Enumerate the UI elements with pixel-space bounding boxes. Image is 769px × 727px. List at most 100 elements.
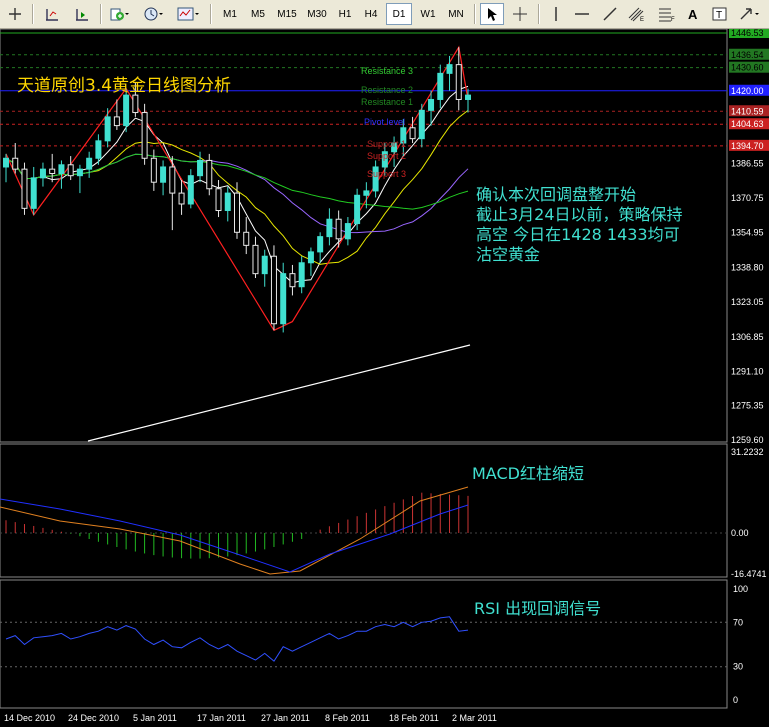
price-label-s2: 1404.63 xyxy=(731,119,764,129)
timeframe-h1[interactable]: H1 xyxy=(332,3,358,25)
templates-dropdown-button[interactable] xyxy=(174,3,204,25)
price-axis-label: 1323.05 xyxy=(731,297,764,307)
price-axis-label: 1275.35 xyxy=(731,401,764,411)
date-axis-label: 8 Feb 2011 xyxy=(325,713,370,723)
timeframe-m15[interactable]: M15 xyxy=(272,3,302,25)
text-label-button[interactable]: A xyxy=(682,3,704,25)
text-tool-button[interactable]: T xyxy=(708,3,732,25)
channel-icon: E xyxy=(628,7,644,22)
arrows-dropdown-button[interactable] xyxy=(736,3,766,25)
vertical-line-button[interactable] xyxy=(544,3,568,25)
candle-body xyxy=(465,94,471,100)
pivot-level-label: Pivot level xyxy=(364,117,405,127)
price-chart[interactable]: 1446.53 1436.54 1430.60 1420.00 1410.59 1404.… xyxy=(0,29,769,727)
timeframe-m5[interactable]: M5 xyxy=(244,3,272,25)
support-1-label: Support 1 xyxy=(367,139,406,149)
resistance-1-label: Resistance 1 xyxy=(361,97,413,107)
indicators-dropdown-button[interactable] xyxy=(106,3,134,25)
resistance-2-label: Resistance 2 xyxy=(361,85,413,95)
autoscroll-icon xyxy=(76,9,88,21)
date-axis-label: 24 Dec 2010 xyxy=(68,713,119,723)
strategy-line-2: 截止3月24日以前，策略保持 xyxy=(476,205,683,224)
date-axis-label: 17 Jan 2011 xyxy=(197,713,246,723)
candle-body xyxy=(326,218,333,238)
price-axis-label: 1291.10 xyxy=(731,366,764,376)
timeframe-w1[interactable]: W1 xyxy=(414,3,442,25)
price-label-r1: 1430.60 xyxy=(731,63,764,73)
horizontal-line-button[interactable] xyxy=(570,3,594,25)
date-axis-label: 27 Jan 2011 xyxy=(261,713,310,723)
candle-body xyxy=(446,64,453,74)
crosshair-line-button[interactable] xyxy=(508,3,532,25)
candle-body xyxy=(178,192,185,205)
rsi-axis-100: 100 xyxy=(733,584,748,594)
candle-body xyxy=(150,157,157,183)
candle-body xyxy=(113,116,120,127)
trendline-icon xyxy=(603,7,617,21)
macd-pane-frame xyxy=(0,443,728,578)
candle-body xyxy=(261,255,268,275)
price-label-s1: 1410.59 xyxy=(731,106,764,116)
timeframe-mn[interactable]: MN xyxy=(442,3,470,25)
candle-body xyxy=(3,157,9,168)
strategy-line-1: 确认本次回调盘整开始 xyxy=(476,185,636,204)
macd-annotation: MACD红柱缩短 xyxy=(472,464,584,483)
candle-body xyxy=(243,231,250,246)
candle-body xyxy=(418,109,425,140)
candle-body xyxy=(344,223,351,240)
date-axis-label: 14 Dec 2010 xyxy=(4,713,55,723)
chart-title-annotation: 天道原创3.4黄金日线图分析 xyxy=(17,76,231,96)
rsi-axis-0: 0 xyxy=(733,695,738,705)
channel-button[interactable]: E xyxy=(624,3,650,25)
chart-shift-icon xyxy=(46,9,58,21)
candle-body xyxy=(49,168,56,175)
candle-body xyxy=(252,244,259,275)
candle-body xyxy=(224,192,231,212)
candle-body xyxy=(30,177,37,209)
crosshair-icon-2 xyxy=(513,7,527,21)
price-axis-label: 1354.95 xyxy=(731,227,764,237)
candle-body xyxy=(39,168,46,179)
candle-body xyxy=(95,140,102,159)
timeframe-m30[interactable]: M30 xyxy=(302,3,332,25)
template-icon xyxy=(177,7,199,21)
candle-body xyxy=(67,164,74,177)
cursor-tool-button[interactable] xyxy=(480,3,504,25)
timeframe-m1[interactable]: M1 xyxy=(216,3,244,25)
resistance-3-label: Resistance 3 xyxy=(361,66,413,76)
trendline-button[interactable] xyxy=(598,3,622,25)
rsi-annotation: RSI 出现回调信号 xyxy=(474,599,601,618)
timeframe-h4[interactable]: H4 xyxy=(358,3,384,25)
date-axis-label: 2 Mar 2011 xyxy=(452,713,497,723)
candle-body xyxy=(280,273,287,325)
vertical-line-icon xyxy=(555,7,557,21)
candle-body xyxy=(58,164,65,175)
fibonacci-button[interactable]: F xyxy=(654,3,680,25)
candle-body xyxy=(428,98,435,111)
candle-body xyxy=(197,159,204,177)
price-label-r2: 1436.54 xyxy=(731,50,764,60)
crosshair-tool-button[interactable] xyxy=(4,3,26,25)
candle-body xyxy=(215,188,222,212)
crosshair-icon xyxy=(9,8,21,20)
price-axis-label: 1386.55 xyxy=(731,159,764,169)
candle-body xyxy=(187,175,194,205)
price-label-r3: 1446.53 xyxy=(731,29,764,38)
candle-body xyxy=(104,116,111,142)
timeframe-d1[interactable]: D1 xyxy=(386,3,412,25)
autoscroll-button[interactable] xyxy=(70,3,94,25)
periods-dropdown-button[interactable] xyxy=(140,3,168,25)
horizontal-line-icon xyxy=(575,13,589,15)
price-label-pivot: 1420.00 xyxy=(731,86,764,96)
rsi-axis-70: 70 xyxy=(733,617,743,627)
candle-body xyxy=(335,218,342,240)
support-2-label: Support 2 xyxy=(367,151,406,161)
candle-body xyxy=(86,157,93,170)
chart-shift-button[interactable] xyxy=(40,3,64,25)
rsi-axis-30: 30 xyxy=(733,662,743,672)
candle-body xyxy=(437,72,444,100)
price-axis-label: 1306.85 xyxy=(731,332,764,342)
candle-body xyxy=(289,273,296,288)
cursor-arrow-icon xyxy=(488,8,497,21)
svg-text:E: E xyxy=(640,17,644,22)
